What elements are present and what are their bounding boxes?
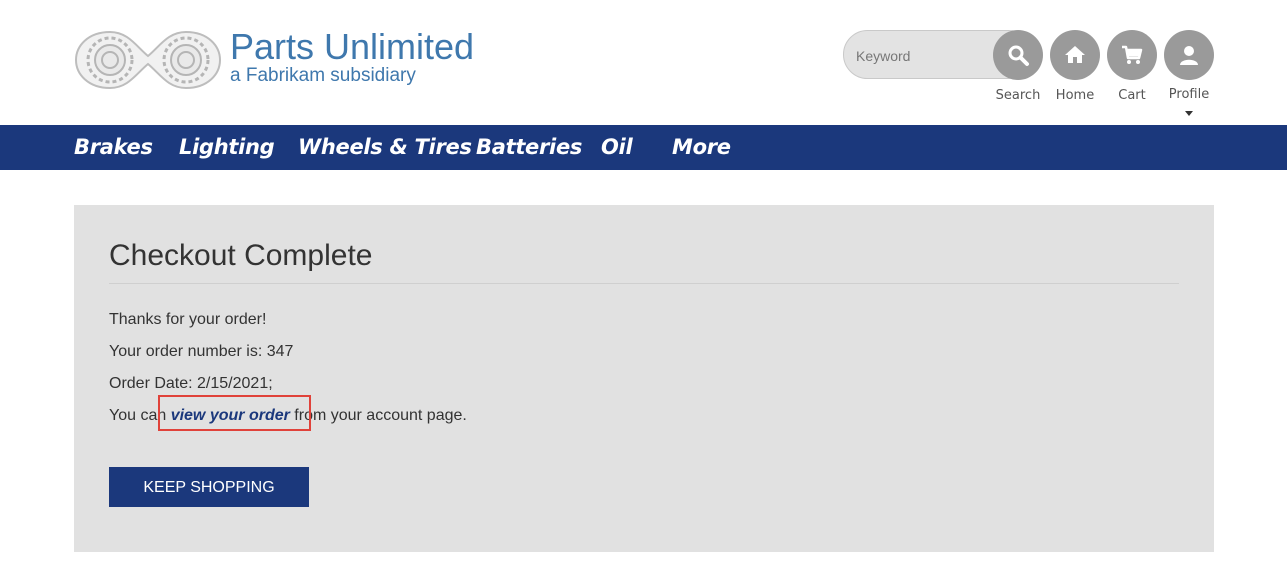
view-order-prefix: You can — [109, 407, 171, 424]
brand-name: Parts Unlimited — [230, 26, 475, 67]
nav-item-lighting[interactable]: Lighting — [179, 125, 275, 170]
profile-button[interactable] — [1164, 30, 1214, 80]
profile-label: Profile — [1168, 87, 1210, 102]
nav-item-brakes[interactable]: Brakes — [74, 125, 153, 170]
search-input[interactable] — [854, 43, 988, 69]
order-number-text: Your order number is: 347 — [109, 343, 294, 360]
home-icon — [1065, 46, 1085, 63]
view-order-suffix: from your account page. — [289, 407, 467, 424]
caret-down-icon[interactable] — [1185, 111, 1193, 116]
view-order-sentence: You can view your order from your accoun… — [109, 407, 467, 425]
nav-item-oil[interactable]: Oil — [601, 125, 633, 170]
user-icon — [1180, 46, 1198, 65]
view-order-link[interactable]: view your order — [171, 407, 290, 424]
cart-icon — [1122, 45, 1143, 64]
brand-subtitle: a Fabrikam subsidiary — [230, 65, 416, 86]
page-title: Checkout Complete — [109, 239, 373, 272]
home-button[interactable] — [1050, 30, 1100, 80]
nav-item-wheels-tires[interactable]: Wheels & Tires — [298, 125, 472, 170]
nav-item-more[interactable]: More — [672, 125, 731, 170]
checkout-panel: Checkout Complete Thanks for your order!… — [74, 205, 1214, 552]
thanks-text: Thanks for your order! — [109, 311, 267, 328]
search-icon — [1008, 45, 1029, 66]
order-date-text: Order Date: 2/15/2021; — [109, 375, 273, 392]
keep-shopping-button[interactable]: KEEP SHOPPING — [109, 467, 309, 507]
search-button[interactable] — [993, 30, 1043, 80]
cart-button[interactable] — [1107, 30, 1157, 80]
brand-logo[interactable]: Parts Unlimited a Fabrikam subsidiary — [74, 24, 474, 96]
gear-logo-icon — [74, 30, 222, 90]
category-nav: Brakes Lighting Wheels & Tires Batteries… — [0, 125, 1287, 170]
nav-item-batteries[interactable]: Batteries — [476, 125, 582, 170]
title-divider — [109, 283, 1179, 284]
